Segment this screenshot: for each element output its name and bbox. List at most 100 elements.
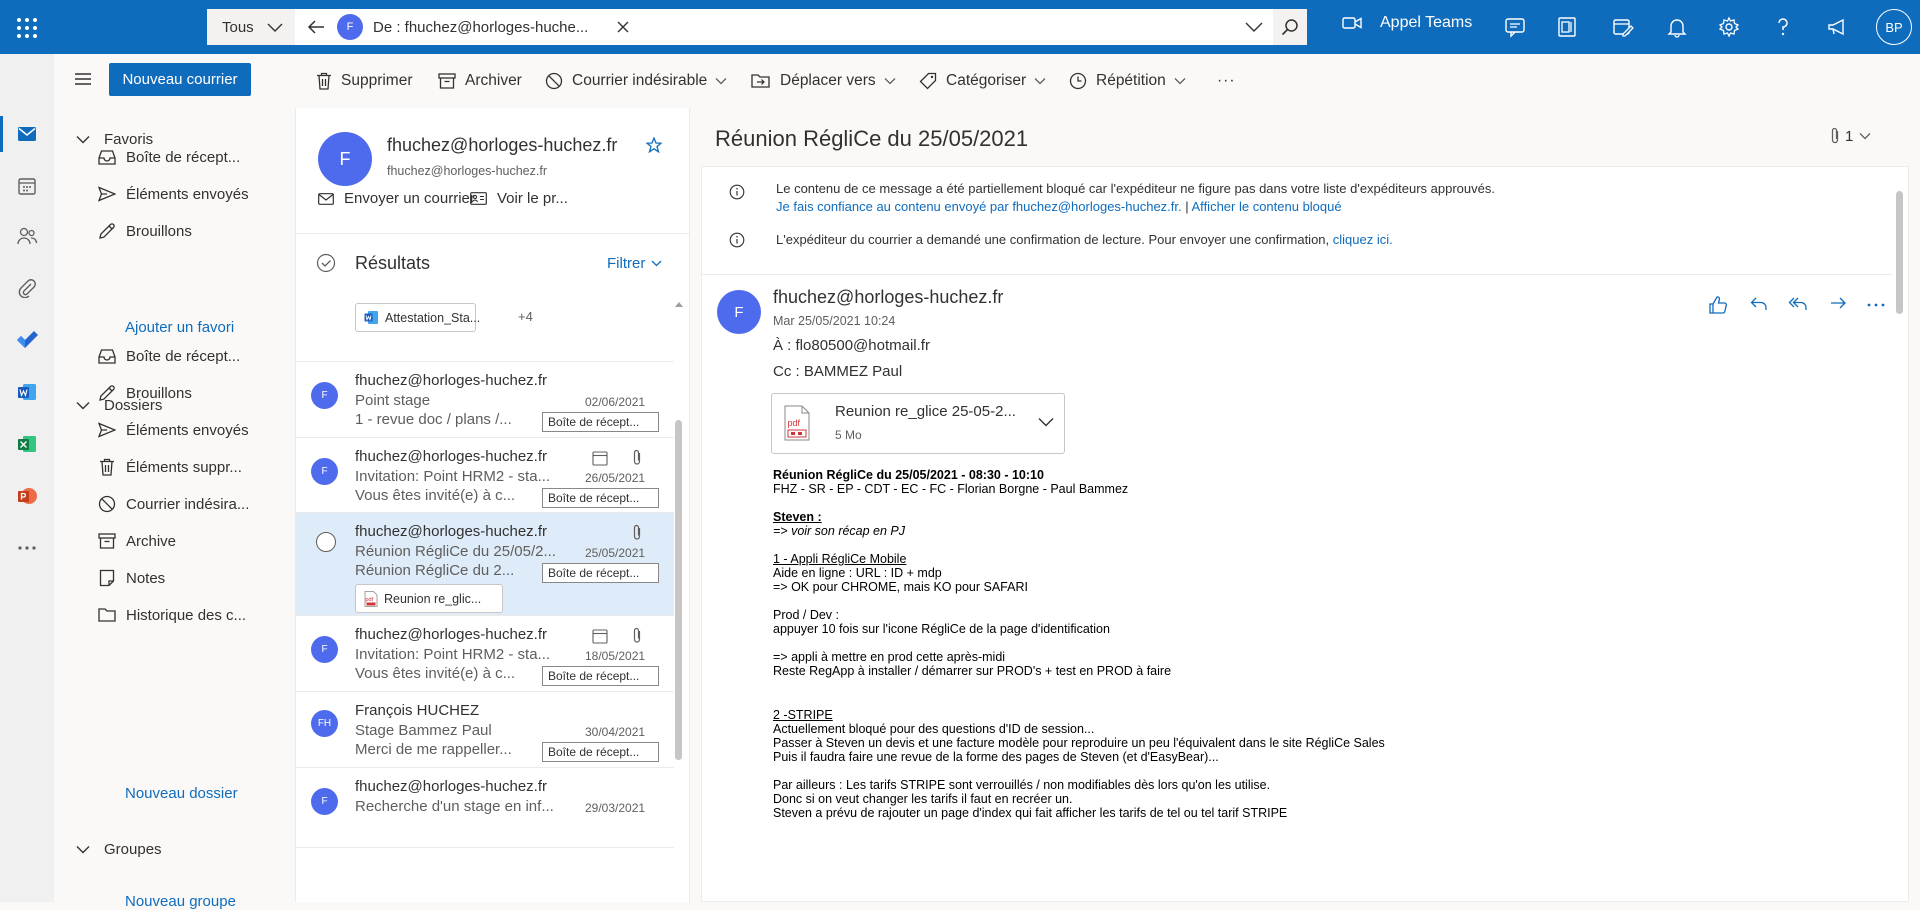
folders-item[interactable]: Éléments envoyés (98, 416, 318, 444)
teams-call-button[interactable]: Appel Teams (1342, 14, 1472, 32)
move-to-button[interactable]: Déplacer vers (751, 54, 905, 108)
archive-button[interactable]: Archiver (438, 54, 522, 108)
send-icon (98, 422, 116, 438)
folders-item[interactable]: Archive (98, 527, 318, 555)
app-launcher-icon[interactable] (14, 15, 40, 41)
snooze-button[interactable]: Répétition (1069, 54, 1195, 108)
help-icon[interactable] (1772, 16, 1794, 38)
reply-icon[interactable] (1750, 295, 1768, 313)
excel-icon[interactable] (15, 432, 39, 456)
people-icon[interactable] (15, 224, 39, 248)
trust-sender-link[interactable]: Je fais confiance au contenu envoyé par … (776, 199, 1182, 214)
chat-icon[interactable] (1504, 16, 1526, 38)
office-icon[interactable] (1556, 16, 1578, 38)
favorites-item[interactable]: Brouillons1 (98, 217, 318, 245)
forward-icon[interactable] (1829, 295, 1847, 313)
message-list-item[interactable]: Ffhuchez@horloges-huchez.fr Invitation: P… (296, 616, 674, 692)
send-mail-button[interactable]: Envoyer un courrier (318, 190, 475, 207)
search-box[interactable]: Tous F De : fhuchez@horloges-huche... (207, 9, 1307, 45)
folder-label: Boîte de récept... (126, 347, 241, 365)
top-bar: Tous F De : fhuchez@horloges-huche... Ap… (0, 0, 1920, 54)
folders-item[interactable]: Notes (98, 564, 318, 592)
favorites-item[interactable]: Boîte de récept...4 (98, 143, 318, 171)
mail-icon[interactable] (15, 122, 39, 146)
add-favorite-link[interactable]: Ajouter un favori (125, 319, 234, 336)
close-icon[interactable] (617, 21, 629, 33)
more-apps-icon[interactable] (15, 536, 39, 560)
paperclip-icon[interactable] (15, 276, 39, 300)
scroll-up-arrow-icon[interactable] (675, 301, 683, 307)
task-calendar-icon[interactable] (1612, 16, 1634, 38)
folder-label: Brouillons (126, 384, 192, 402)
list-scrollbar[interactable] (674, 298, 684, 902)
view-profile-button[interactable]: Voir le pr... (470, 190, 568, 207)
new-folder-link[interactable]: Nouveau dossier (125, 785, 238, 802)
message-list-item[interactable]: Ffhuchez@horloges-huchez.fr Invitation: P… (296, 438, 674, 513)
archive-icon (438, 73, 456, 89)
attachment-size: 5 Mo (835, 428, 862, 442)
message-list-item[interactable]: Ffhuchez@horloges-huchez.fr Recherche d'u… (296, 768, 674, 848)
search-button[interactable] (1273, 9, 1307, 45)
favorites-item[interactable]: Éléments envoyés (98, 180, 318, 208)
delete-button[interactable]: Supprimer (316, 54, 413, 108)
send-receipt-link[interactable]: cliquez ici. (1333, 232, 1393, 247)
blocked-content-actions: Je fais confiance au contenu envoyé par … (776, 199, 1342, 214)
attachment-chip[interactable]: pdf Reunion re_glic... (355, 584, 503, 613)
categorize-button[interactable]: Catégoriser (919, 54, 1055, 108)
select-checkbox[interactable] (316, 532, 336, 552)
attachment-chip[interactable]: Attestation_Sta... (355, 303, 480, 332)
folders-item[interactable]: Éléments suppr...1 (98, 453, 318, 481)
message-list-item[interactable]: fhuchez@horloges-huchez.fr Réunion RégliC… (296, 513, 674, 616)
word-icon[interactable] (15, 380, 39, 404)
star-icon[interactable] (646, 137, 662, 153)
show-blocked-link[interactable]: Afficher le contenu bloqué (1192, 199, 1342, 214)
folders-item[interactable]: Courrier indésira... (98, 490, 318, 518)
archive-label: Archiver (465, 72, 522, 89)
attachments-indicator[interactable]: 1 (1829, 127, 1875, 145)
chevron-down-icon[interactable] (1245, 21, 1263, 33)
more-commands-button[interactable]: ··· (1217, 54, 1236, 108)
calendar-icon[interactable] (15, 174, 39, 198)
todo-checkmark-icon[interactable] (15, 328, 39, 352)
sender-name[interactable]: fhuchez@horloges-huchez.fr (773, 287, 1003, 308)
folder-label: Éléments envoyés (126, 421, 249, 439)
like-icon[interactable] (1708, 295, 1728, 315)
attachment-card[interactable]: pdf Reunion re_glice 25-05-2... 5 Mo (771, 393, 1065, 454)
list-item-partial[interactable]: Attestation_Sta... +4 (296, 289, 674, 362)
delete-label: Supprimer (341, 72, 413, 89)
message-list-item[interactable]: Ffhuchez@horloges-huchez.fr Point stage 02… (296, 362, 674, 438)
chevron-down-icon[interactable] (1038, 417, 1054, 427)
junk-button[interactable]: Courrier indésirable (545, 54, 736, 108)
list-scrollbar-thumb[interactable] (675, 420, 682, 760)
message-list-item[interactable]: FH François HUCHEZ Stage Bammez Paul 30/04/… (296, 692, 674, 768)
message-sender: fhuchez@horloges-huchez.fr (355, 523, 547, 540)
reading-scrollbar[interactable] (1895, 187, 1905, 903)
groups-header[interactable]: Groupes (76, 841, 162, 858)
paperclip-icon (632, 524, 642, 541)
reply-all-icon[interactable] (1788, 295, 1808, 313)
message-sender: fhuchez@horloges-huchez.fr (355, 778, 547, 795)
folder-label: Archive (126, 532, 177, 550)
folders-item[interactable]: Boîte de récept...4 (98, 342, 318, 370)
folder-label: Brouillons (126, 222, 192, 240)
new-mail-button[interactable]: Nouveau courrier (109, 63, 251, 96)
folders-item[interactable]: Brouillons1 (98, 379, 318, 407)
back-arrow-icon[interactable] (307, 18, 325, 36)
chevron-down-icon (76, 402, 90, 410)
feedback-megaphone-icon[interactable] (1826, 16, 1848, 38)
folder-label: Historique des c... (126, 606, 247, 624)
bell-icon[interactable] (1666, 16, 1688, 38)
contact-card: F fhuchez@horloges-huchez.fr fhuchez@hor… (296, 108, 691, 233)
hamburger-menu-icon[interactable] (74, 72, 92, 86)
more-actions-icon[interactable] (1867, 303, 1885, 307)
select-all-checkbox[interactable] (316, 253, 336, 273)
gear-icon[interactable] (1718, 16, 1740, 38)
body-line: Reste RegApp à installer / démarrer sur … (773, 664, 1172, 678)
powerpoint-icon[interactable] (15, 484, 39, 508)
block-icon (98, 495, 116, 513)
user-avatar[interactable]: BP (1876, 9, 1912, 45)
reading-scrollbar-thumb[interactable] (1896, 191, 1903, 314)
filter-button[interactable]: Filtrer (607, 255, 662, 272)
search-scope-dropdown[interactable]: Tous (207, 9, 295, 45)
folders-item[interactable]: Historique des c... (98, 601, 318, 629)
